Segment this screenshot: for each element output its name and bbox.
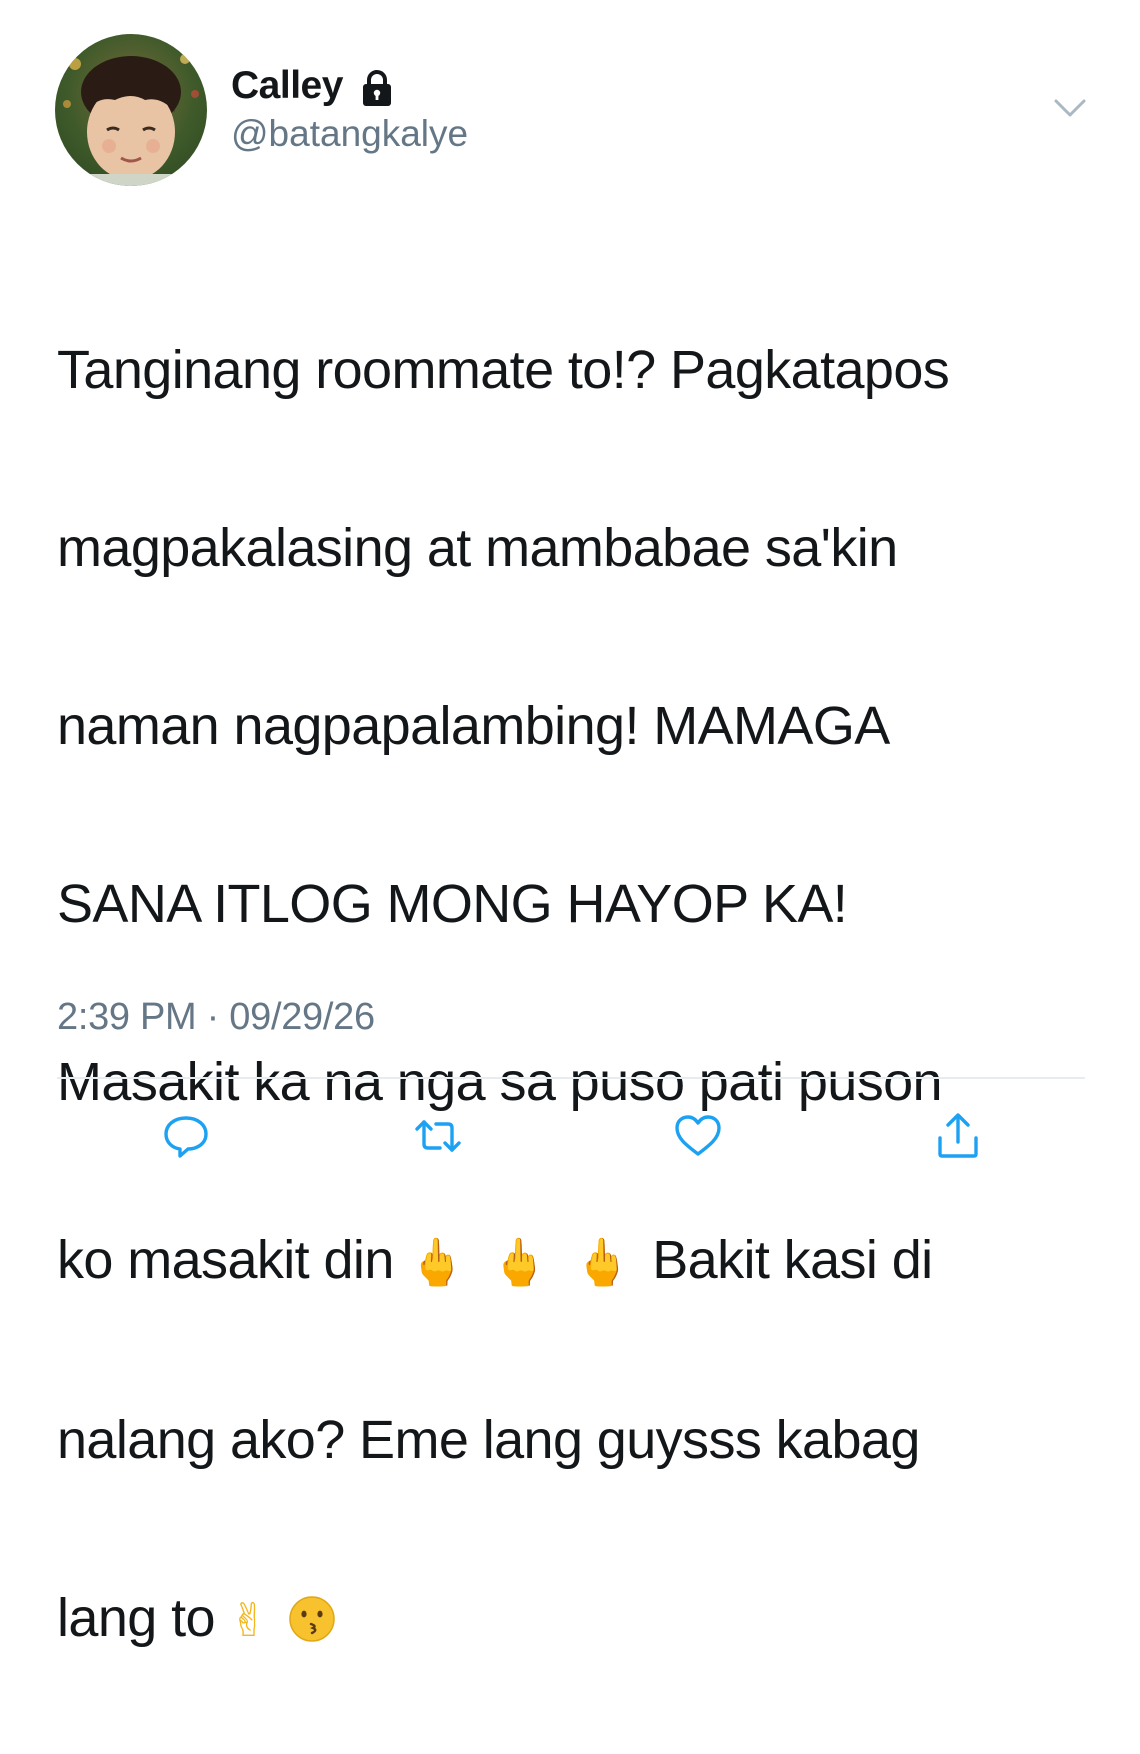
tweet-line: naman nagpapalambing! MAMAGA [57,696,890,756]
tweet-line: Tanginang roommate to!? Pagkatapos [57,340,950,400]
display-name[interactable]: Calley [231,64,343,108]
victory-hand-emoji: ✌ [229,1593,268,1647]
tweet-card: Calley @batangkalye Tanginang roommate t… [0,0,1140,1648]
share-button[interactable] [930,1108,986,1164]
middle-finger-emoji: 🖕 [408,1235,465,1289]
display-name-row: Calley [231,62,397,110]
avatar[interactable] [55,34,207,186]
tweet-line-text: Bakit kasi di [652,1230,933,1290]
tweet-line-with-emoji: ko masakit din 🖕 🖕 🖕 Bakit kasi di [57,1216,1117,1307]
tweet-line-text: ko masakit din [57,1230,394,1290]
retweet-button[interactable] [410,1108,466,1164]
retweet-icon [415,1120,461,1152]
divider [57,1077,1085,1079]
user-handle[interactable]: @batangkalye [231,113,468,155]
tweet-line: SANA ITLOG MONG HAYOP KA! [57,874,848,934]
like-button[interactable] [670,1108,726,1164]
avatar-photo [55,34,207,186]
tweet-line-with-emoji: lang to ✌ [57,1574,1117,1665]
lock-icon [357,68,397,108]
action-bar [0,1108,1140,1164]
middle-finger-emoji: 🖕 [573,1235,631,1289]
tweet-line-text: lang to [57,1588,216,1648]
share-icon [938,1113,978,1158]
reply-button[interactable] [158,1108,214,1164]
chevron-down-icon[interactable] [1050,92,1090,124]
timestamp[interactable]: 2:39 PM · 09/29/26 [57,996,375,1039]
middle-finger-emoji: 🖕 [490,1235,548,1289]
tweet-line: magpakalasing at mambabae sa'kin [57,518,898,578]
tweet-line: nalang ako? Eme lang guysss kabag [57,1410,920,1470]
kissing-face-icon [287,1582,337,1642]
reply-icon [164,1116,208,1158]
heart-icon [675,1115,721,1156]
